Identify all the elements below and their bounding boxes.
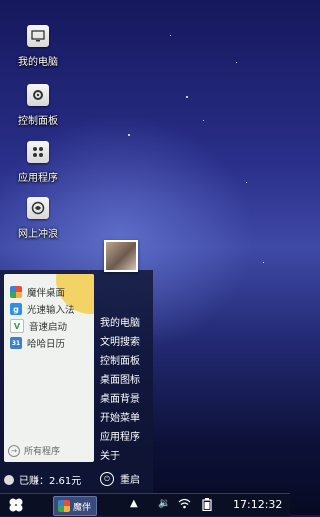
start-button[interactable] — [8, 497, 24, 513]
battery-icon[interactable] — [202, 498, 212, 514]
star — [263, 262, 264, 263]
computer-icon — [27, 25, 49, 47]
menu-item-start-menu[interactable]: 开始菜单 — [100, 409, 140, 424]
desktop-icon-label: 网上冲浪 — [18, 229, 58, 240]
menu-item-desktop-background[interactable]: 桌面背景 — [100, 390, 140, 405]
app-item-label: 魔伴桌面 — [27, 288, 66, 299]
star — [236, 62, 237, 63]
desktop-icon-apps[interactable]: 应用程序 — [8, 141, 68, 184]
earnings-balance: 已赚：2.61元 — [4, 472, 81, 487]
volume-icon[interactable]: 🔉 — [158, 498, 170, 509]
app-item-label: 音速启动 — [29, 322, 68, 333]
app-item-label: 哈哈日历 — [27, 339, 66, 350]
restart-button[interactable]: ⏻ 重启 — [100, 471, 140, 486]
taskbar-item-moban[interactable]: 魔伴 — [53, 496, 97, 516]
balance-label: 已赚：2.61元 — [19, 476, 82, 487]
desktop-icon-label: 我的电脑 — [18, 57, 58, 68]
taskbar: 魔伴 ▲ 🔉 17:12:32 — [0, 493, 290, 516]
tray-expand-icon[interactable]: ▲ — [130, 498, 138, 509]
star — [170, 35, 171, 36]
v-icon: V — [10, 319, 24, 333]
app-item-moban[interactable]: 魔伴桌面 — [10, 284, 65, 300]
star — [203, 120, 204, 121]
app-item-launcher[interactable]: V 音速启动 — [10, 318, 67, 334]
keyboard-icon: g — [10, 303, 22, 315]
taskbar-item-label: 魔伴 — [73, 502, 92, 513]
calendar-icon: 31 — [10, 337, 22, 349]
all-programs-button[interactable]: → 所有程序 — [8, 444, 60, 457]
control-panel-icon — [27, 84, 49, 106]
apps-icon — [27, 141, 49, 163]
moban-icon — [58, 500, 70, 512]
star — [186, 96, 188, 98]
menu-item-control-panel[interactable]: 控制面板 — [100, 352, 140, 367]
star — [128, 134, 130, 136]
all-programs-label: 所有程序 — [24, 447, 61, 457]
power-icon: ⏻ — [100, 471, 114, 486]
menu-item-my-computer[interactable]: 我的电脑 — [100, 314, 140, 329]
start-menu-app-list: 魔伴桌面 g 光速输入法 V 音速启动 31 哈哈日历 → 所有程序 — [4, 274, 94, 462]
desktop-icon-label: 应用程序 — [18, 173, 58, 184]
restart-label: 重启 — [120, 475, 140, 486]
wifi-icon[interactable] — [178, 498, 191, 512]
browser-icon — [27, 197, 49, 219]
app-item-calendar[interactable]: 31 哈哈日历 — [10, 335, 65, 351]
avatar[interactable] — [104, 240, 138, 272]
menu-item-desktop-icons[interactable]: 桌面图标 — [100, 371, 140, 386]
clover-icon — [9, 498, 23, 512]
app-item-label: 光速输入法 — [27, 305, 75, 316]
menu-item-search[interactable]: 文明搜索 — [100, 333, 140, 348]
menu-item-about[interactable]: 关于 — [100, 447, 120, 462]
clock[interactable]: 17:12:32 — [233, 498, 282, 511]
desktop-icon-control-panel[interactable]: 控制面板 — [8, 84, 68, 127]
star — [246, 182, 247, 183]
person-icon — [4, 474, 14, 485]
moban-icon — [10, 286, 22, 298]
desktop-icon-label: 控制面板 — [18, 116, 58, 127]
desktop-icon-browser[interactable]: 网上冲浪 — [8, 197, 68, 240]
menu-item-applications[interactable]: 应用程序 — [100, 428, 140, 443]
app-item-input-method[interactable]: g 光速输入法 — [10, 301, 75, 317]
desktop-icon-my-computer[interactable]: 我的电脑 — [8, 25, 68, 68]
arrow-right-icon: → — [8, 444, 20, 457]
